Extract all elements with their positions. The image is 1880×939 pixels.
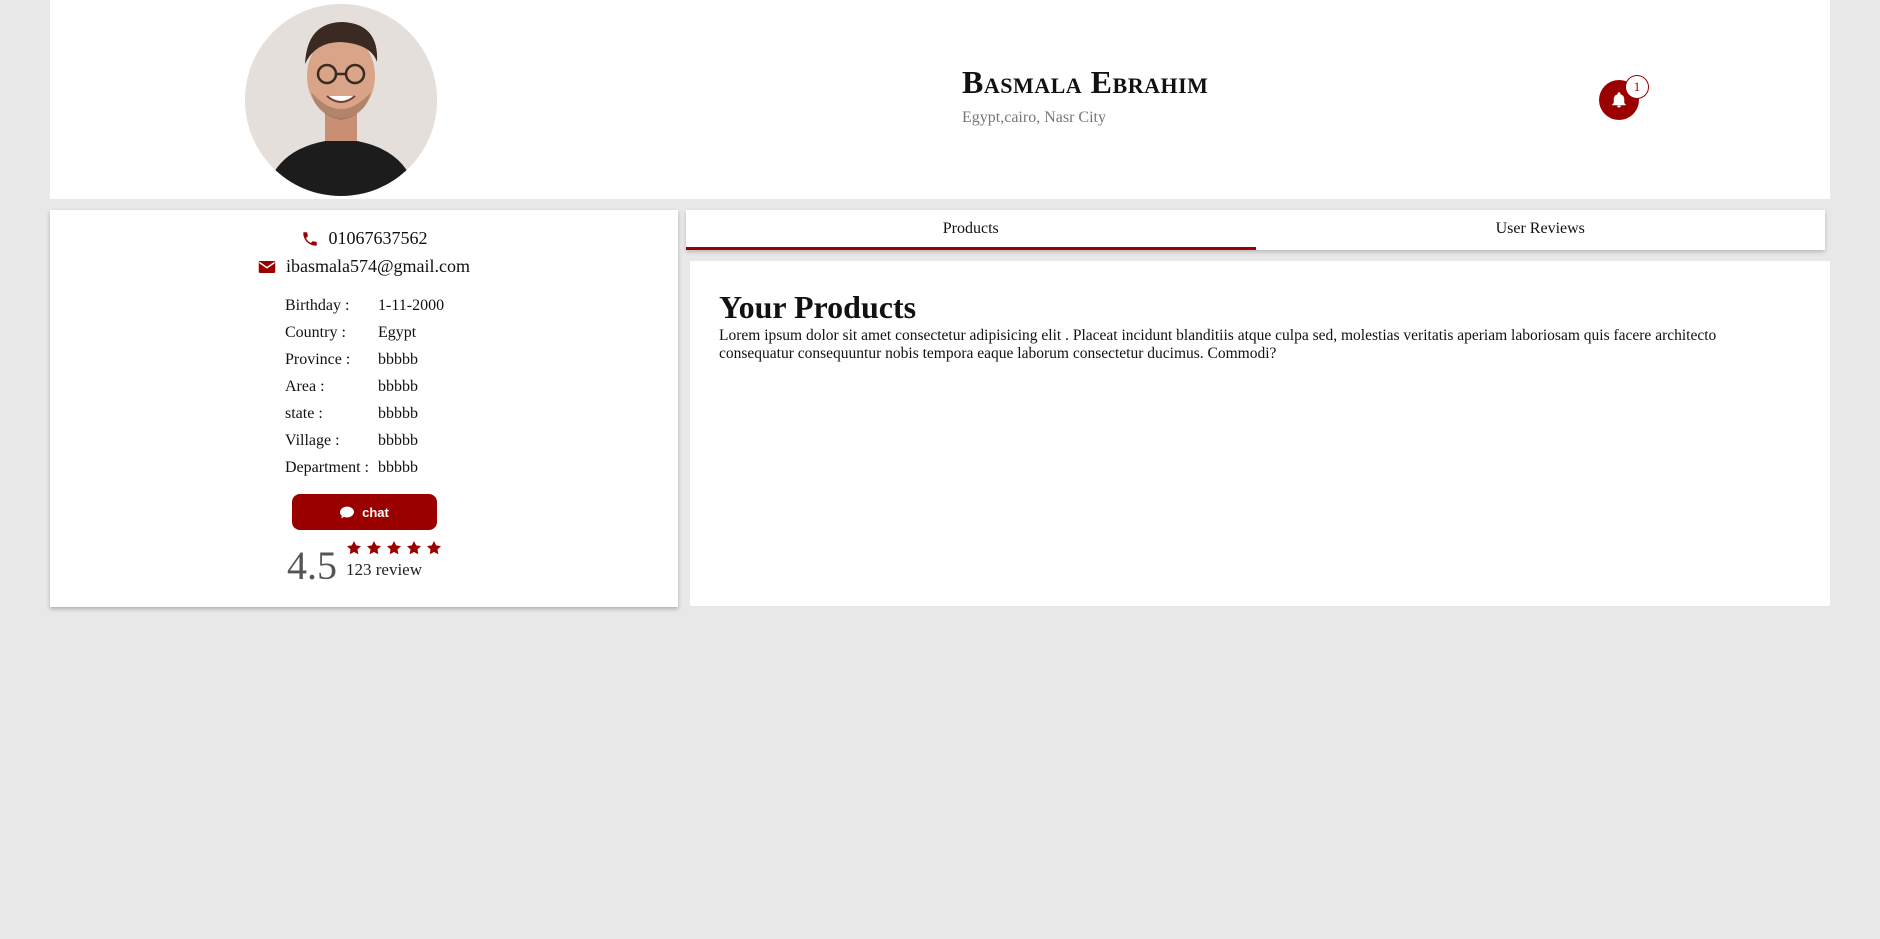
star-icon	[347, 541, 361, 555]
detail-value: bbbbb	[378, 377, 418, 395]
products-panel: Your Products Lorem ipsum dolor sit amet…	[690, 261, 1830, 606]
rating-value: 4.5	[287, 543, 337, 588]
section-description: Lorem ipsum dolor sit amet consectetur a…	[719, 327, 1717, 362]
detail-value: bbbbb	[378, 431, 418, 449]
detail-label: state :	[285, 404, 323, 422]
avatar-photo	[245, 4, 437, 196]
detail-value: Egypt	[378, 323, 417, 341]
phone-icon	[302, 231, 317, 246]
detail-value: bbbbb	[378, 350, 418, 368]
star-icon	[407, 541, 421, 555]
details-list: Birthday : 1-11-2000 Country : Egypt Pro…	[285, 292, 444, 481]
detail-value: bbbbb	[378, 404, 418, 422]
phone-line: 01067637562	[50, 228, 678, 249]
detail-row-village: Village : bbbbb	[285, 427, 444, 454]
profile-name: Basmala Ebrahim	[962, 64, 1209, 100]
detail-row-department: Department : bbbbb	[285, 454, 444, 481]
profile-info-card: 01067637562 ibasmala574@gmail.com Birthd…	[50, 210, 678, 607]
notification-badge: 1	[1625, 75, 1649, 99]
detail-label: Department :	[285, 458, 369, 476]
profile-location: Egypt,cairo, Nasr City	[962, 109, 1106, 126]
profile-header: Basmala Ebrahim Egypt,cairo, Nasr City 1	[50, 0, 1830, 199]
email-line: ibasmala574@gmail.com	[50, 256, 678, 277]
detail-row-birthday: Birthday : 1-11-2000	[285, 292, 444, 319]
star-icon	[427, 541, 441, 555]
star-icon	[387, 541, 401, 555]
detail-row-area: Area : bbbbb	[285, 373, 444, 400]
email-address: ibasmala574@gmail.com	[285, 256, 471, 276]
phone-number: 01067637562	[328, 228, 428, 248]
detail-row-province: Province : bbbbb	[285, 346, 444, 373]
tab-user-reviews[interactable]: User Reviews	[1256, 210, 1826, 250]
detail-value: 1-11-2000	[378, 296, 445, 314]
rating-stars	[346, 540, 442, 556]
detail-value: bbbbb	[378, 458, 418, 476]
tab-products[interactable]: Products	[686, 210, 1256, 250]
bell-icon	[1612, 92, 1626, 108]
avatar	[245, 4, 437, 196]
tab-bar: Products User Reviews	[686, 210, 1825, 250]
detail-row-country: Country : Egypt	[285, 319, 444, 346]
detail-row-state: state : bbbbb	[285, 400, 444, 427]
detail-label: Area :	[285, 377, 325, 395]
chat-label: chat	[362, 504, 389, 520]
section-title: Your Products	[719, 289, 917, 325]
envelope-icon	[258, 260, 276, 273]
comment-icon	[340, 506, 355, 518]
detail-label: Birthday :	[285, 296, 350, 314]
chat-button[interactable]: chat	[292, 494, 437, 530]
detail-label: Village :	[285, 431, 340, 449]
review-count: 123 review	[346, 560, 423, 579]
detail-label: Province :	[285, 350, 351, 368]
star-icon	[367, 541, 381, 555]
detail-label: Country :	[285, 323, 346, 341]
